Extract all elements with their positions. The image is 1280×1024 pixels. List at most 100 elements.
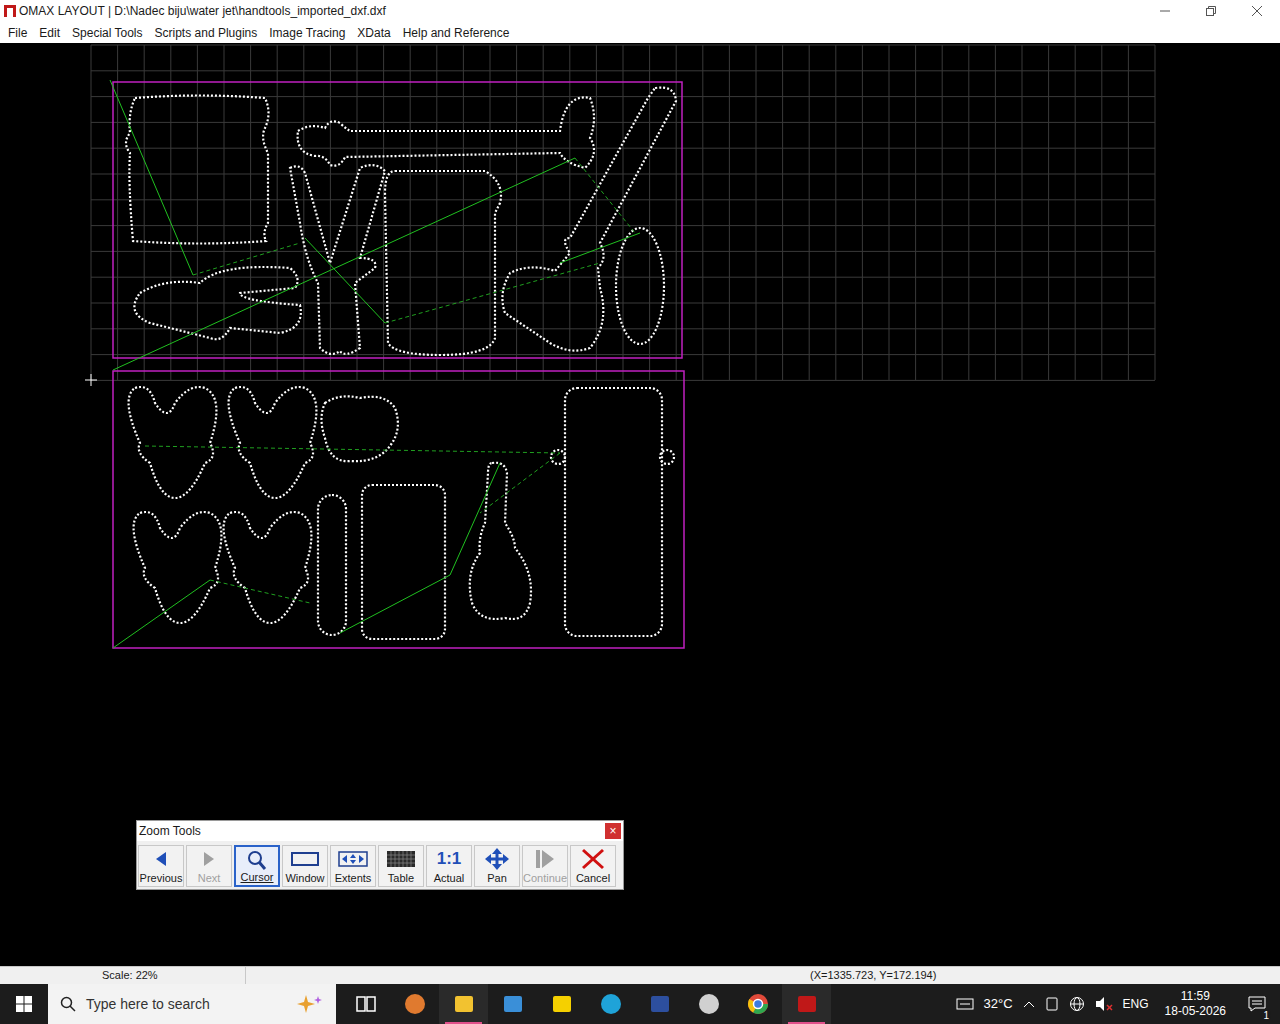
part-outline[interactable] <box>229 387 317 498</box>
minimize-button[interactable] <box>1142 0 1188 22</box>
taskbar-app[interactable] <box>733 984 782 1024</box>
chevron-up-icon[interactable] <box>1023 999 1035 1009</box>
search-icon <box>60 996 76 1012</box>
menu-item[interactable]: XData <box>351 24 396 42</box>
chrome-icon <box>746 992 770 1016</box>
traverse-lines <box>110 80 640 648</box>
part-outline[interactable] <box>470 463 531 619</box>
taskbar-app[interactable] <box>390 984 439 1024</box>
part-outline[interactable] <box>126 96 269 244</box>
zoom-tools-title-bar[interactable]: Zoom Tools× <box>137 821 623 841</box>
menu-item[interactable]: Help and Reference <box>397 24 516 42</box>
calculator-icon <box>501 992 525 1016</box>
menu-item[interactable]: Scripts and Plugins <box>149 24 264 42</box>
search-placeholder: Type here to search <box>86 994 284 1015</box>
zoom-tool-label: Actual <box>434 872 465 885</box>
window-rect-icon <box>290 849 320 869</box>
menu-item[interactable]: Edit <box>33 24 66 42</box>
zoom-tool-button[interactable]: Window <box>282 845 328 887</box>
restore-icon <box>1206 6 1216 16</box>
part-outline[interactable] <box>502 88 676 351</box>
part-outline[interactable] <box>565 388 662 636</box>
device-icon[interactable] <box>1045 997 1059 1011</box>
pan-arrows-icon <box>485 848 509 870</box>
part-outline[interactable] <box>134 512 222 623</box>
rapid-lines <box>145 158 635 603</box>
active-indicator <box>445 1022 482 1024</box>
part-outline[interactable] <box>134 267 300 339</box>
taskbar-app[interactable] <box>586 984 635 1024</box>
part-outline[interactable] <box>129 387 217 498</box>
taskbar-app[interactable] <box>684 984 733 1024</box>
cancel-x-icon <box>580 848 606 870</box>
part-outline[interactable] <box>362 485 445 639</box>
menu-item[interactable]: Special Tools <box>66 24 149 42</box>
taskbar-app[interactable] <box>537 984 586 1024</box>
part-outline[interactable] <box>551 450 565 464</box>
close-button[interactable] <box>1234 0 1280 22</box>
screen: OMAX LAYOUT | D:\Nadec biju\water jet\ha… <box>0 0 1280 1024</box>
zoom-tool-button[interactable]: Cancel <box>570 845 616 887</box>
menu-bar: FileEditSpecial ToolsScripts and Plugins… <box>0 22 1280 43</box>
omax-logo-icon <box>3 4 17 18</box>
taskbar: Type here to search 32°C ENG 11:5918-05-202… <box>0 984 1280 1024</box>
part-outline[interactable] <box>298 97 594 168</box>
zoom-tool-button[interactable]: Next <box>186 845 232 887</box>
drawing-canvas[interactable]: Zoom Tools× Previous Next Cursor Window Exten… <box>0 43 1280 966</box>
next-icon <box>198 849 220 869</box>
part-outline[interactable] <box>322 396 398 461</box>
part-outline[interactable] <box>318 495 346 635</box>
part-outline[interactable] <box>660 450 674 464</box>
close-icon <box>1252 6 1262 16</box>
zoom-tool-button[interactable]: Pan <box>474 845 520 887</box>
speaker-muted-icon[interactable] <box>1095 996 1113 1012</box>
clock-date: 18-05-2026 <box>1165 1004 1226 1019</box>
part-outline[interactable] <box>290 165 385 354</box>
weather-temp[interactable]: 32°C <box>984 994 1013 1014</box>
zoom-tool-button[interactable]: Cursor <box>234 845 280 887</box>
zoom-tool-button[interactable]: 1:1 Actual <box>426 845 472 887</box>
search-box[interactable]: Type here to search <box>48 984 336 1024</box>
continue-icon <box>532 848 558 870</box>
previous-icon <box>150 849 172 869</box>
restore-button[interactable] <box>1188 0 1234 22</box>
notification-button[interactable]: 1 <box>1242 984 1272 1024</box>
network-globe-icon[interactable] <box>1069 996 1085 1012</box>
magnifier-icon <box>245 849 269 871</box>
active-indicator <box>788 1022 825 1024</box>
zoom-tools-buttons: Previous Next Cursor Window Extents Table 1:1 A… <box>137 841 623 889</box>
zoom-tool-button[interactable]: Extents <box>330 845 376 887</box>
zoom-tool-button[interactable]: Table <box>378 845 424 887</box>
zoom-tool-button[interactable]: Previous <box>138 845 184 887</box>
zoom-tools-close[interactable]: × <box>605 823 621 839</box>
sheet-bottom[interactable] <box>113 371 684 648</box>
status-bar: Scale: 22%(X=1335.723, Y=172.194) <box>0 966 1280 984</box>
zoom-tools-panel: Zoom Tools× Previous Next Cursor Window Exten… <box>136 820 624 890</box>
settings-app-icon <box>697 992 721 1016</box>
part-outline[interactable] <box>224 512 312 623</box>
weather-icon <box>956 997 974 1011</box>
taskbar-app[interactable] <box>488 984 537 1024</box>
zoom-tool-label: Pan <box>487 872 507 885</box>
language-indicator[interactable]: ENG <box>1123 995 1149 1013</box>
zoom-tool-label: Table <box>388 872 414 885</box>
taskbar-app[interactable] <box>782 984 831 1024</box>
taskbar-app[interactable] <box>635 984 684 1024</box>
zoom-tool-label: Next <box>198 872 221 885</box>
menu-item[interactable]: File <box>2 24 33 42</box>
actual-size-icon: 1:1 <box>437 849 462 869</box>
zoom-tool-label: Window <box>285 872 324 885</box>
start-button[interactable] <box>0 984 48 1024</box>
part-outline[interactable] <box>616 228 664 344</box>
taskbar-app[interactable] <box>439 984 488 1024</box>
clock-time: 11:59 <box>1181 989 1210 1004</box>
sheet-top[interactable] <box>113 82 682 358</box>
zoom-tool-button[interactable]: Continue <box>522 845 568 887</box>
sparkle-icon <box>294 993 324 1015</box>
minimize-icon <box>1160 6 1170 16</box>
part-outline[interactable] <box>385 171 501 355</box>
menu-item[interactable]: Image Tracing <box>263 24 351 42</box>
clock[interactable]: 11:5918-05-2026 <box>1159 989 1232 1019</box>
crosshair-icon <box>85 374 97 386</box>
taskbar-app[interactable] <box>341 984 390 1024</box>
